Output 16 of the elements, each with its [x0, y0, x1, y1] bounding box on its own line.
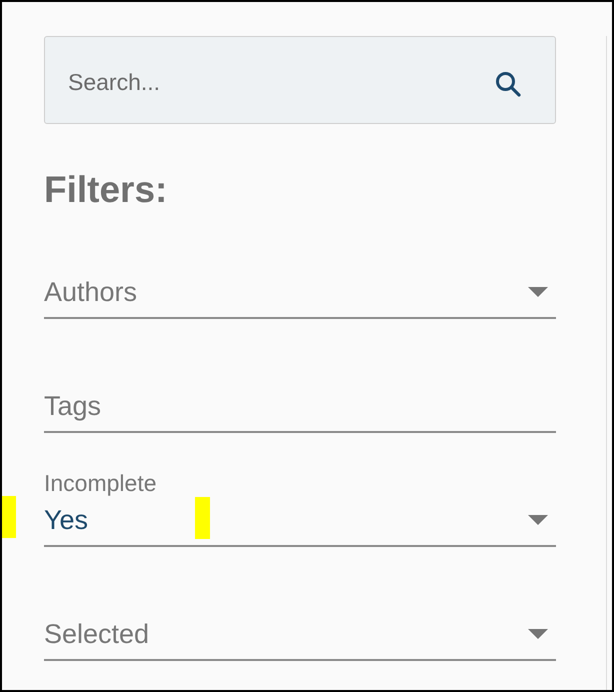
text-field[interactable]: Tags: [44, 353, 556, 433]
caret-icon: [528, 287, 548, 297]
highlight-marker-icon: [195, 497, 210, 539]
filters-heading: Filters:: [44, 168, 168, 212]
caret-icon: [528, 515, 548, 525]
dropdown-field[interactable]: Selected: [44, 581, 556, 661]
field-label: Authors: [44, 276, 138, 308]
dropdown-field[interactable]: Authors: [44, 239, 556, 319]
field-label: Tags: [44, 390, 102, 422]
field-label: Selected: [44, 618, 150, 650]
caret-icon: [528, 629, 548, 639]
search-icon[interactable]: [495, 71, 521, 97]
field-value: Yes: [44, 504, 88, 536]
search-field[interactable]: Search...: [44, 36, 556, 124]
field-label: Incomplete: [44, 469, 157, 497]
highlight-marker-icon: [2, 496, 16, 538]
